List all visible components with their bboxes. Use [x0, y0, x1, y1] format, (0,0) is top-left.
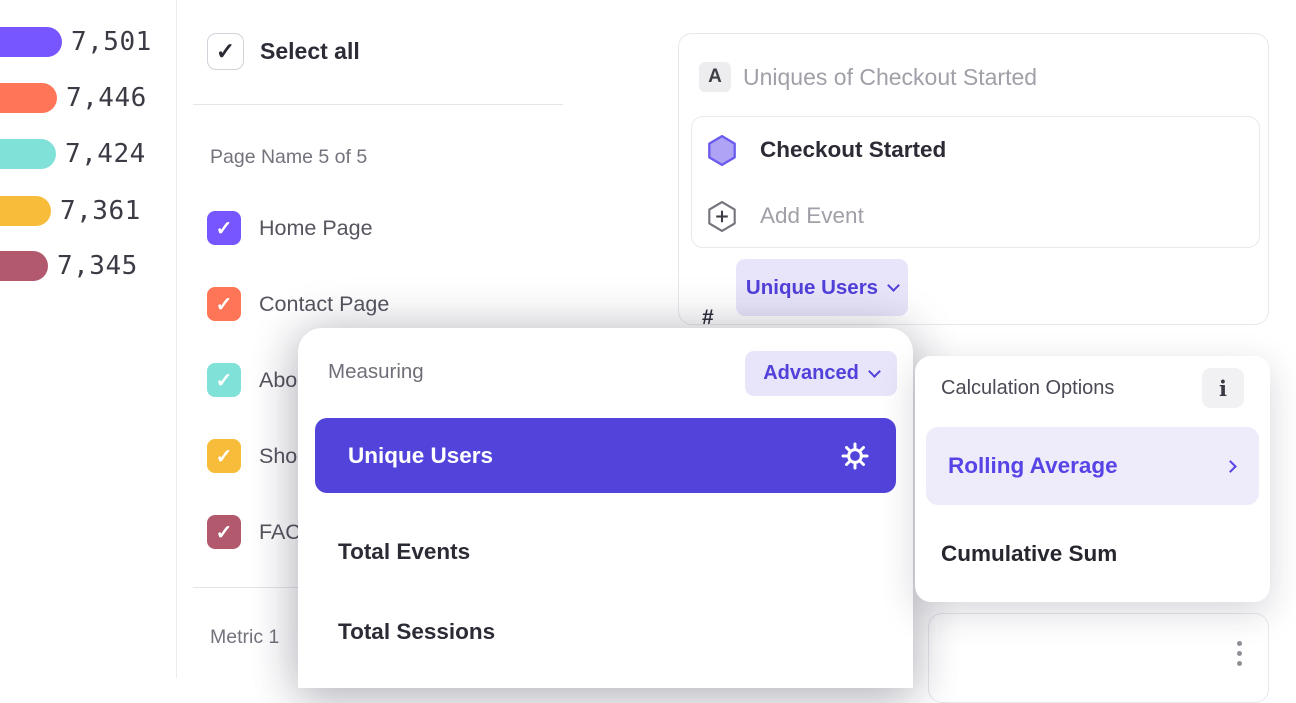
bar-value-label: 7,501: [71, 27, 152, 57]
select-all-checkbox[interactable]: ✓: [207, 33, 244, 70]
menu-option-label: Cumulative Sum: [941, 541, 1117, 567]
page-checkbox[interactable]: ✓: [207, 287, 241, 321]
menu-option-label: Unique Users: [348, 443, 493, 469]
page-filter-label: Home Page: [259, 216, 373, 241]
advanced-mode-toggle[interactable]: Advanced: [745, 351, 897, 396]
page-checkbox[interactable]: ✓: [207, 363, 241, 397]
menu-option-total-events[interactable]: Total Events: [315, 524, 896, 580]
bar-value-label: 7,446: [66, 83, 147, 113]
checkmark-icon: ✓: [216, 368, 233, 393]
page-checkbox[interactable]: ✓: [207, 515, 241, 549]
measurement-dropdown-label: Unique Users: [746, 276, 878, 300]
bar-swatch: [0, 196, 51, 226]
bar-swatch: [0, 27, 62, 57]
add-event-hexagon-icon: [707, 200, 737, 233]
checkmark-icon: ✓: [216, 520, 233, 545]
event-row[interactable]: Checkout Started: [692, 117, 1259, 183]
page-filter-label: Sho: [259, 444, 297, 469]
secondary-metric-card: [928, 613, 1269, 703]
kebab-dot: [1237, 641, 1242, 646]
page-filter-label: Contact Page: [259, 292, 389, 317]
menu-option-rolling-average[interactable]: Rolling Average: [926, 427, 1259, 505]
page-checkbox[interactable]: ✓: [207, 439, 241, 473]
settings-gear-icon[interactable]: [840, 441, 870, 471]
checkmark-icon: ✓: [216, 292, 233, 317]
page-checkbox[interactable]: ✓: [207, 211, 241, 245]
chart-bar: 7,424: [0, 139, 146, 169]
page-filter-label: FAC: [259, 520, 301, 545]
series-letter-badge: A: [699, 62, 731, 92]
add-event-button[interactable]: Add Event: [692, 183, 1259, 249]
section-divider: [193, 104, 563, 105]
menu-option-label: Total Events: [338, 539, 470, 565]
page-filter-row[interactable]: ✓ Abo: [207, 363, 297, 397]
bar-value-label: 7,424: [65, 139, 146, 169]
info-icon: i: [1219, 376, 1227, 401]
page-filter-row[interactable]: ✓ FAC: [207, 515, 301, 549]
chevron-down-icon: [868, 365, 881, 378]
advanced-mode-label: Advanced: [763, 362, 859, 385]
series-name-input[interactable]: [743, 58, 1233, 96]
page-filter-label: Abo: [259, 368, 297, 393]
select-all-row[interactable]: ✓ Select all: [207, 33, 360, 70]
kebab-dot: [1237, 661, 1242, 666]
metric-label: Metric 1: [210, 626, 279, 649]
kebab-dot: [1237, 651, 1242, 656]
event-name: Checkout Started: [760, 137, 946, 163]
chevron-right-icon: [1224, 460, 1237, 473]
events-card: Checkout Started Add Event: [691, 116, 1260, 248]
menu-option-label: Rolling Average: [948, 453, 1118, 479]
event-hexagon-icon: [707, 134, 737, 167]
calculation-options-title: Calculation Options: [941, 377, 1114, 400]
menu-option-total-sessions[interactable]: Total Sessions: [315, 604, 896, 660]
chart-bar: 7,345: [0, 251, 138, 281]
bar-swatch: [0, 251, 48, 281]
calculation-options-menu: Calculation Options i Rolling Average Cu…: [915, 356, 1270, 602]
checkmark-icon: ✓: [216, 38, 235, 65]
chart-bar: 7,446: [0, 83, 147, 113]
hash-symbol: #: [702, 306, 714, 330]
measurement-dropdown[interactable]: Unique Users: [736, 259, 908, 316]
select-all-label: Select all: [260, 38, 360, 65]
bar-value-label: 7,361: [60, 196, 141, 226]
checkmark-icon: ✓: [216, 444, 233, 469]
checkmark-icon: ✓: [216, 216, 233, 241]
measuring-menu: Measuring Advanced Unique Users Total Ev…: [298, 328, 913, 688]
menu-option-cumulative-sum[interactable]: Cumulative Sum: [941, 534, 1117, 574]
page-name-count-label: Page Name 5 of 5: [210, 146, 367, 169]
info-button[interactable]: i: [1202, 368, 1244, 408]
page-filter-row[interactable]: ✓ Home Page: [207, 211, 373, 245]
menu-option-unique-users[interactable]: Unique Users: [315, 418, 896, 493]
query-builder-card: A Checkout Started Add Event # Unique Us…: [678, 33, 1269, 325]
chart-bar: 7,501: [0, 27, 152, 57]
bar-swatch: [0, 83, 57, 113]
measuring-menu-title: Measuring: [328, 360, 424, 384]
page-filter-row[interactable]: ✓ Contact Page: [207, 287, 389, 321]
menu-option-label: Total Sessions: [338, 619, 495, 645]
bar-value-label: 7,345: [57, 251, 138, 281]
chart-bar: 7,361: [0, 196, 141, 226]
chevron-down-icon: [887, 279, 900, 292]
bar-swatch: [0, 139, 56, 169]
add-event-label: Add Event: [760, 203, 864, 229]
panel-divider: [176, 0, 177, 678]
kebab-menu-button[interactable]: [1233, 637, 1246, 670]
page-filter-row[interactable]: ✓ Sho: [207, 439, 297, 473]
